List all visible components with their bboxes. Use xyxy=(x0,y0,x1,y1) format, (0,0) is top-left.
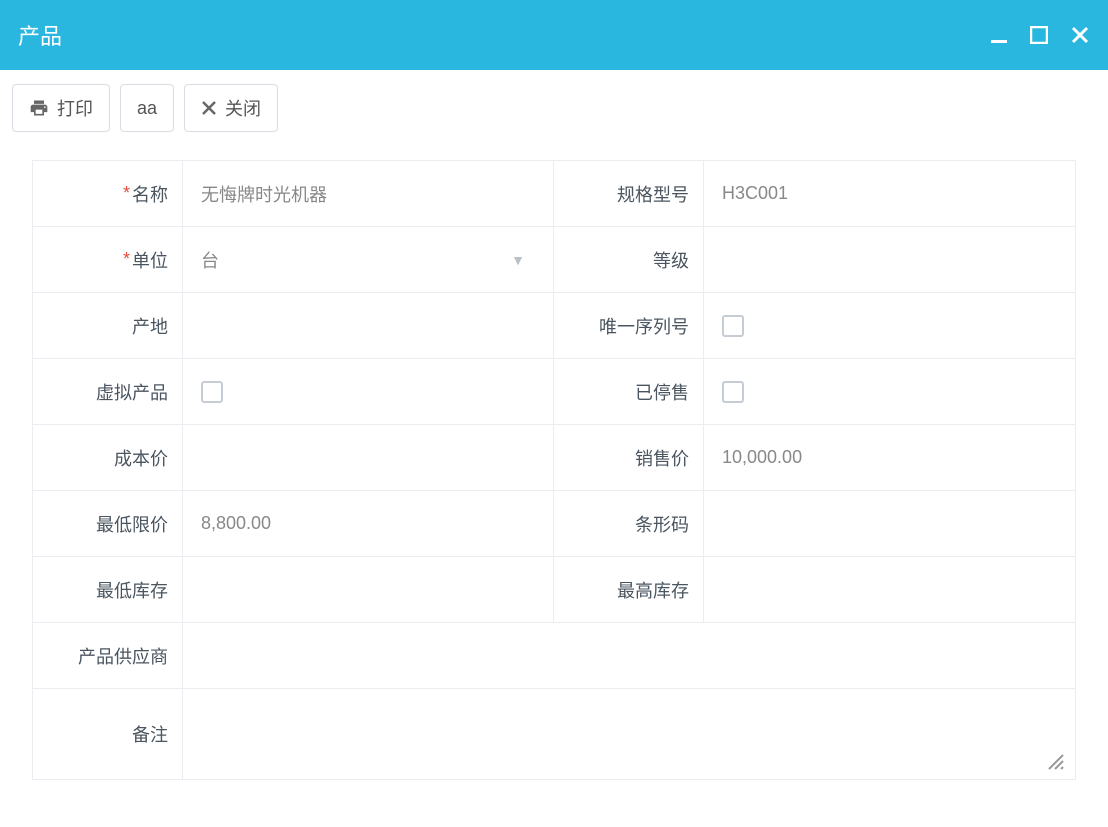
label-origin: 产地 xyxy=(33,293,183,358)
label-name: *名称 xyxy=(33,161,183,226)
print-label: 打印 xyxy=(57,95,93,121)
value-barcode[interactable] xyxy=(704,491,1075,556)
close-label: 关闭 xyxy=(225,95,261,121)
virtual-product-checkbox[interactable] xyxy=(201,381,223,403)
spec-input[interactable] xyxy=(722,183,1057,204)
form-row-name-spec: *名称 规格型号 xyxy=(33,161,1075,227)
name-input[interactable] xyxy=(201,183,535,204)
barcode-input[interactable] xyxy=(722,513,1057,534)
form-row-cost-sale: 成本价 销售价 xyxy=(33,425,1075,491)
form-row-supplier: 产品供应商 xyxy=(33,623,1075,689)
value-unit[interactable]: ▼ xyxy=(183,227,554,292)
window-title: 产品 xyxy=(18,19,62,51)
value-virtual[interactable] xyxy=(183,359,554,424)
value-spec[interactable] xyxy=(704,161,1075,226)
value-origin[interactable] xyxy=(183,293,554,358)
print-button[interactable]: 打印 xyxy=(12,84,110,132)
grade-input[interactable] xyxy=(722,249,1057,270)
value-unique-serial[interactable] xyxy=(704,293,1075,358)
value-min-stock[interactable] xyxy=(183,557,554,622)
unique-serial-checkbox[interactable] xyxy=(722,315,744,337)
label-unit: *单位 xyxy=(33,227,183,292)
form-row-virtual-discontinued: 虚拟产品 已停售 xyxy=(33,359,1075,425)
maximize-button[interactable] xyxy=(1030,26,1048,44)
label-max-stock: 最高库存 xyxy=(554,557,704,622)
close-button[interactable]: 关闭 xyxy=(184,84,278,132)
resize-handle-icon[interactable] xyxy=(1045,751,1065,771)
product-form: *名称 规格型号 *单位 ▼ 等级 产地 唯一序列号 虚拟产品 xyxy=(32,160,1076,780)
font-label: aa xyxy=(137,98,157,119)
min-stock-input[interactable] xyxy=(201,579,535,600)
value-max-stock[interactable] xyxy=(704,557,1075,622)
cost-price-input[interactable] xyxy=(201,447,535,468)
minimize-icon xyxy=(990,26,1008,44)
form-row-minstock-maxstock: 最低库存 最高库存 xyxy=(33,557,1075,623)
discontinued-checkbox[interactable] xyxy=(722,381,744,403)
unit-select[interactable] xyxy=(201,249,535,270)
value-cost-price[interactable] xyxy=(183,425,554,490)
label-discontinued: 已停售 xyxy=(554,359,704,424)
label-min-stock: 最低库存 xyxy=(33,557,183,622)
form-row-origin-serial: 产地 唯一序列号 xyxy=(33,293,1075,359)
label-min-price: 最低限价 xyxy=(33,491,183,556)
sale-price-input[interactable] xyxy=(722,447,1057,468)
toolbar: 打印 aa 关闭 xyxy=(0,70,1108,146)
remarks-input[interactable] xyxy=(201,724,1057,745)
close-window-button[interactable] xyxy=(1070,25,1090,45)
label-sale-price: 销售价 xyxy=(554,425,704,490)
font-button[interactable]: aa xyxy=(120,84,174,132)
print-icon xyxy=(29,98,49,118)
max-stock-input[interactable] xyxy=(722,579,1057,600)
value-name[interactable] xyxy=(183,161,554,226)
chevron-down-icon: ▼ xyxy=(511,252,525,268)
form-row-unit-grade: *单位 ▼ 等级 xyxy=(33,227,1075,293)
origin-input[interactable] xyxy=(201,315,535,336)
label-remarks: 备注 xyxy=(33,689,183,779)
label-spec: 规格型号 xyxy=(554,161,704,226)
label-unique-serial: 唯一序列号 xyxy=(554,293,704,358)
form-row-remarks: 备注 xyxy=(33,689,1075,779)
min-price-input[interactable] xyxy=(201,513,535,534)
label-virtual: 虚拟产品 xyxy=(33,359,183,424)
label-supplier: 产品供应商 xyxy=(33,623,183,688)
form-row-minprice-barcode: 最低限价 条形码 xyxy=(33,491,1075,557)
window-controls xyxy=(990,25,1090,45)
minimize-button[interactable] xyxy=(990,26,1008,44)
x-icon xyxy=(201,100,217,116)
label-grade: 等级 xyxy=(554,227,704,292)
value-remarks[interactable] xyxy=(183,689,1075,779)
close-icon xyxy=(1070,25,1090,45)
value-supplier[interactable] xyxy=(183,623,1075,688)
label-cost-price: 成本价 xyxy=(33,425,183,490)
titlebar: 产品 xyxy=(0,0,1108,70)
value-sale-price[interactable] xyxy=(704,425,1075,490)
value-discontinued[interactable] xyxy=(704,359,1075,424)
value-min-price[interactable] xyxy=(183,491,554,556)
maximize-icon xyxy=(1030,26,1048,44)
value-grade[interactable] xyxy=(704,227,1075,292)
label-barcode: 条形码 xyxy=(554,491,704,556)
supplier-input[interactable] xyxy=(201,645,1057,666)
